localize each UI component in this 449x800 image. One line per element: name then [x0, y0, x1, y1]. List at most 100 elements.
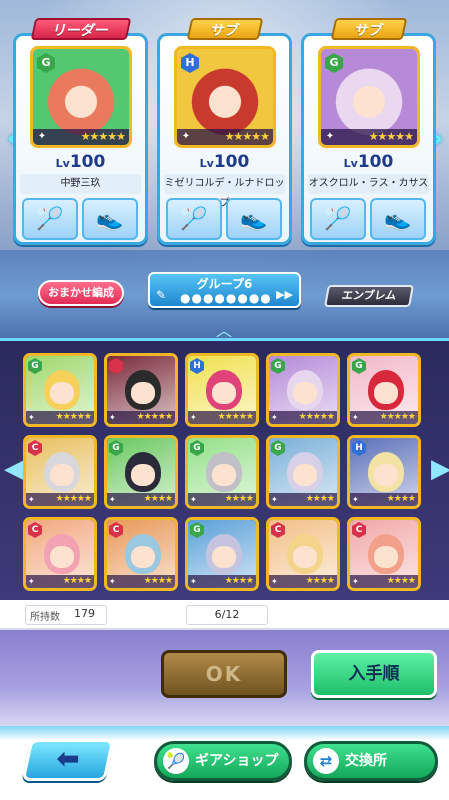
level-value: 100: [357, 152, 394, 172]
roster-tile[interactable]: G ★★★★★ ✦: [266, 353, 340, 427]
element-icon: ✦: [352, 495, 359, 504]
character-portrait[interactable]: G ★★★★★ ✦: [318, 46, 420, 148]
rarity-stars: ★★★★: [188, 575, 256, 588]
character-portrait[interactable]: G ★★★★★ ✦: [30, 46, 132, 148]
deck-card-2[interactable]: サブ H ★★★★★ ✦ Lv100 ミゼリコルデ・ルナドロップ 🏸 👟: [157, 18, 292, 245]
level-label: Lv: [199, 157, 214, 170]
element-icon: ✦: [190, 413, 197, 422]
racket-icon: 🏸: [324, 206, 352, 232]
roster-tile[interactable]: H ★★★★★ ✦: [185, 353, 259, 427]
character-name: オスクロル・ラス・カサス: [308, 174, 429, 194]
roster-tile[interactable]: C ★★★★★ ✦: [23, 435, 97, 509]
element-icon: ✦: [271, 413, 278, 422]
rarity-stars: ★★★★: [350, 493, 418, 506]
rarity-stars: ★★★★: [26, 575, 94, 588]
rarity-stars: ★★★★★: [188, 411, 256, 424]
roster-tile[interactable]: G ★★★★ ✦: [185, 517, 259, 591]
element-icon: ✦: [190, 495, 197, 504]
roster-tile[interactable]: C ★★★★ ✦: [266, 517, 340, 591]
roster-tile[interactable]: G ★★★★★ ✦: [23, 353, 97, 427]
racket-icon: 🎾: [163, 748, 189, 774]
character-face: [374, 382, 398, 404]
level-value: 100: [213, 152, 250, 172]
rarity-stars: ★★★★★: [350, 411, 418, 424]
exchange-button[interactable]: ⇄ 交換所: [304, 741, 438, 781]
shoes-gear-slot[interactable]: 👟: [82, 198, 138, 240]
collapse-chevron-icon[interactable]: ︿: [209, 323, 239, 339]
racket-icon: 🏸: [36, 206, 64, 232]
character-roster: ◀ ▶ G ★★★★★ ✦ ★★★★★ ✦ H ★★★★★ ✦ G ★★★★★ ✦ G ★★★★★ ✦ C ★…: [0, 338, 449, 600]
shoes-gear-slot[interactable]: 👟: [370, 198, 426, 240]
shoes-icon: 👟: [96, 206, 124, 232]
character-face: [50, 546, 74, 568]
racket-gear-slot[interactable]: 🏸: [166, 198, 222, 240]
element-icon: ✦: [271, 577, 278, 586]
back-button[interactable]: ⬅: [21, 739, 115, 781]
roster-tile[interactable]: C ★★★★ ✦: [347, 517, 421, 591]
element-icon: ✦: [37, 131, 47, 142]
character-portrait[interactable]: H ★★★★★ ✦: [174, 46, 276, 148]
character-name: 中野三玖: [20, 174, 141, 194]
character-face: [50, 382, 74, 404]
character-face: [212, 382, 236, 404]
pencil-icon[interactable]: ✎: [156, 288, 166, 302]
level-display: Lv100: [16, 152, 145, 172]
element-icon: ✦: [325, 131, 335, 142]
shoes-icon: 👟: [384, 206, 412, 232]
roster-tile[interactable]: C ★★★★ ✦: [104, 517, 178, 591]
roster-prev-arrow-icon[interactable]: ◀: [4, 451, 24, 487]
roster-grid: G ★★★★★ ✦ ★★★★★ ✦ H ★★★★★ ✦ G ★★★★★ ✦ G ★★★★★ ✦ C ★★★★★…: [23, 353, 426, 593]
element-icon: ✦: [28, 495, 35, 504]
auto-formation-button[interactable]: おまかせ編成: [38, 280, 124, 306]
level-label: Lv: [55, 157, 70, 170]
role-tag: サブ: [186, 18, 263, 40]
rarity-stars: ★★★★★: [269, 411, 337, 424]
element-icon: ✦: [181, 131, 191, 142]
character-face: [212, 546, 236, 568]
roster-tile[interactable]: G ★★★★ ✦: [266, 435, 340, 509]
deck-card-1[interactable]: リーダー G ★★★★★ ✦ Lv100 中野三玖 🏸 👟: [13, 18, 148, 245]
rarity-stars: ★★★★: [107, 575, 175, 588]
sort-by-acquisition-button[interactable]: 入手順: [311, 650, 437, 698]
rarity-stars: ★★★★: [188, 493, 256, 506]
racket-gear-slot[interactable]: 🏸: [22, 198, 78, 240]
roster-tile[interactable]: G ★★★★ ✦: [104, 435, 178, 509]
roster-tile[interactable]: C ★★★★ ✦: [23, 517, 97, 591]
element-icon: ✦: [352, 577, 359, 586]
element-icon: ✦: [190, 577, 197, 586]
element-icon: ✦: [28, 577, 35, 586]
rarity-stars: ★★★★★: [26, 411, 94, 424]
fast-forward-icon[interactable]: ▶▶: [276, 288, 293, 301]
element-icon: ✦: [271, 495, 278, 504]
level-display: Lv100: [304, 152, 433, 172]
element-icon: ✦: [109, 577, 116, 586]
rarity-stars: ★★★★★: [26, 493, 94, 506]
back-arrow-icon: ⬅: [56, 742, 80, 775]
rarity-stars: ★★★★: [269, 493, 337, 506]
roster-tile[interactable]: G ★★★★★ ✦: [347, 353, 421, 427]
shoes-gear-slot[interactable]: 👟: [226, 198, 282, 240]
character-name: ミゼリコルデ・ルナドロップ: [164, 174, 285, 209]
character-face: [131, 546, 155, 568]
ok-button[interactable]: OK: [161, 650, 287, 698]
owned-label: 所持数: [30, 612, 60, 623]
rarity-stars: ★★★★: [350, 575, 418, 588]
inventory-bar: 所持数 179 6/12: [0, 600, 449, 630]
group-selector[interactable]: グループ6 ✎ ●●●●●●●● ▶▶: [148, 272, 301, 308]
deck-card-3[interactable]: サブ G ★★★★★ ✦ Lv100 オスクロル・ラス・カサス 🏸 👟: [301, 18, 436, 245]
selected-count: 6/12: [186, 605, 268, 625]
emblem-button[interactable]: エンブレム: [324, 285, 414, 307]
roster-tile[interactable]: H ★★★★ ✦: [347, 435, 421, 509]
rarity-stars: ★★★★★: [107, 411, 175, 424]
roster-tile[interactable]: G ★★★★ ✦: [185, 435, 259, 509]
roster-tile[interactable]: ★★★★★ ✦: [104, 353, 178, 427]
element-icon: ✦: [109, 495, 116, 504]
element-icon: ✦: [352, 413, 359, 422]
shoes-icon: 👟: [240, 206, 268, 232]
racket-gear-slot[interactable]: 🏸: [310, 198, 366, 240]
group-page-dots: ●●●●●●●●: [180, 291, 272, 305]
roster-next-arrow-icon[interactable]: ▶: [431, 451, 449, 487]
character-face: [50, 464, 74, 486]
gear-shop-button[interactable]: 🎾 ギアショップ: [154, 741, 292, 781]
character-face: [374, 546, 398, 568]
